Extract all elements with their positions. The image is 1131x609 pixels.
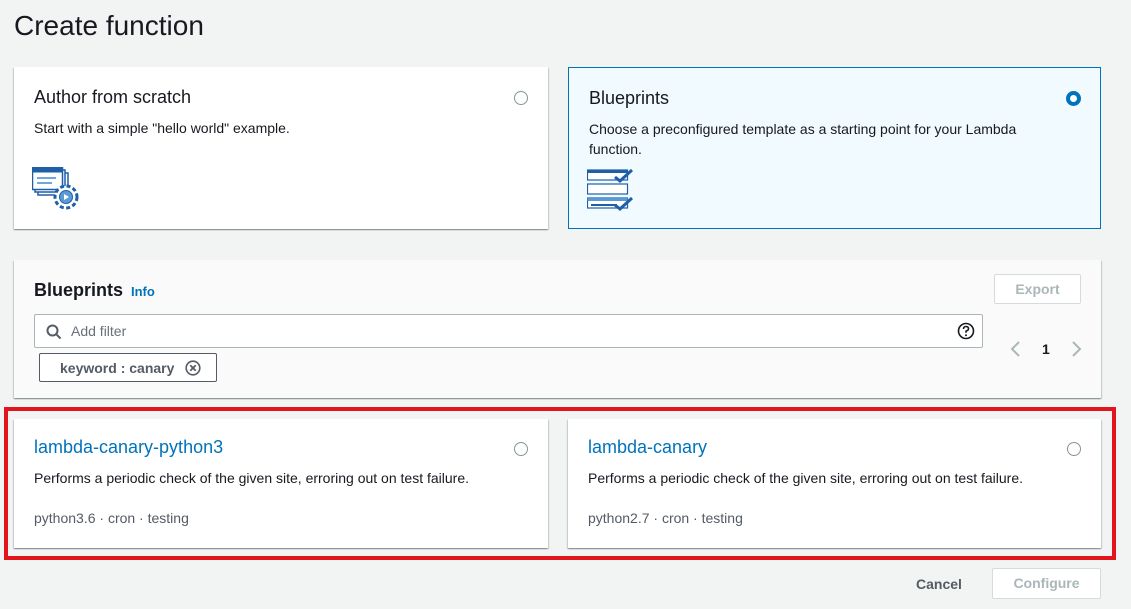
create-function-page: Create function Author from scratch Star… — [0, 0, 1131, 609]
blueprints-radio[interactable] — [1066, 91, 1081, 106]
filter-box[interactable] — [34, 314, 983, 348]
author-from-scratch-radio[interactable] — [514, 91, 528, 105]
filter-token: keyword : canary — [39, 353, 217, 382]
option-title: Blueprints — [589, 88, 670, 108]
info-link[interactable]: Info — [131, 284, 155, 299]
blueprints-panel: Blueprints Info Export keyword : canary — [14, 260, 1101, 398]
search-icon — [46, 324, 62, 345]
cancel-button[interactable]: Cancel — [903, 569, 975, 599]
pagination: 1 — [1009, 340, 1089, 360]
page-title: Create function — [14, 10, 204, 41]
blueprint-description: Performs a periodic check of the given s… — [34, 470, 469, 486]
blueprints-option[interactable]: Blueprints Choose a preconfigured templa… — [568, 67, 1101, 229]
chevron-right-icon[interactable] — [1069, 340, 1083, 363]
option-title: Author from scratch — [34, 87, 192, 107]
help-icon[interactable] — [957, 322, 975, 345]
current-page[interactable]: 1 — [1042, 341, 1050, 357]
option-description: Choose a preconfigured template as a sta… — [589, 121, 1017, 157]
blueprint-description: Performs a periodic check of the given s… — [588, 470, 1023, 486]
blueprint-card[interactable]: lambda-canary-python3 Performs a periodi… — [14, 419, 548, 548]
blueprint-meta: python3.6 · cron · testing — [34, 510, 189, 526]
filter-input[interactable] — [71, 321, 931, 341]
export-button[interactable]: Export — [994, 274, 1081, 304]
blueprint-card[interactable]: lambda-canary Performs a periodic check … — [568, 419, 1101, 548]
checklist-icon — [586, 168, 637, 219]
option-description: Start with a simple "hello world" exampl… — [34, 120, 290, 136]
configure-button[interactable]: Configure — [992, 568, 1101, 599]
blueprint-radio[interactable] — [1067, 442, 1081, 456]
code-gear-icon — [31, 166, 84, 218]
blueprint-title-link[interactable]: lambda-canary-python3 — [34, 437, 223, 458]
blueprint-meta: python2.7 · cron · testing — [588, 510, 743, 526]
remove-token-icon[interactable] — [185, 360, 201, 381]
blueprint-title-link[interactable]: lambda-canary — [588, 437, 707, 458]
blueprints-panel-title: Blueprints — [34, 280, 124, 300]
blueprint-radio[interactable] — [514, 442, 528, 456]
chevron-left-icon[interactable] — [1009, 340, 1023, 363]
author-from-scratch-option[interactable]: Author from scratch Start with a simple … — [14, 67, 548, 229]
filter-token-label: keyword : canary — [60, 360, 175, 376]
